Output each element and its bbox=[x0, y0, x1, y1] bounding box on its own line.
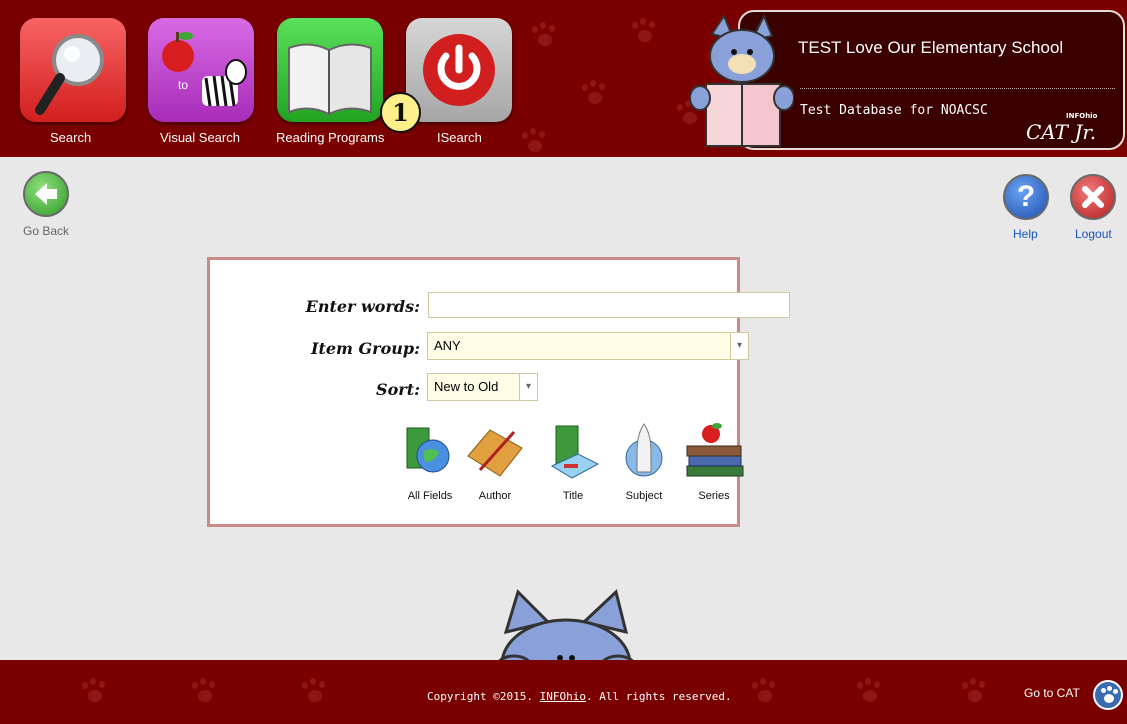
help-label[interactable]: Help bbox=[1013, 227, 1038, 241]
search-type-subject[interactable]: Subject bbox=[609, 422, 679, 502]
go-back-button[interactable] bbox=[23, 171, 69, 217]
magnifier-icon bbox=[35, 34, 104, 115]
author-label: Author bbox=[478, 490, 512, 502]
sort-value: New to Old bbox=[434, 379, 499, 394]
power-icon bbox=[423, 34, 495, 106]
paw-print-icon bbox=[960, 678, 990, 708]
close-icon bbox=[1082, 186, 1104, 208]
brand-small-text: INFOhio bbox=[1066, 112, 1098, 120]
enter-words-label: Enter words: bbox=[305, 297, 420, 316]
search-type-author[interactable]: Author bbox=[460, 422, 530, 502]
open-book-icon bbox=[288, 43, 372, 116]
school-name: TEST Love Our Elementary School bbox=[798, 38, 1064, 57]
paw-print-icon bbox=[530, 22, 560, 52]
apple-to-zebra-icon bbox=[162, 32, 247, 107]
logout-label[interactable]: Logout bbox=[1075, 227, 1112, 241]
search-type-series[interactable]: Series bbox=[679, 422, 749, 502]
paw-print-icon bbox=[750, 678, 780, 708]
paw-print-icon bbox=[520, 128, 550, 157]
search-type-all-fields[interactable]: All Fields bbox=[395, 422, 465, 502]
visual-search-nav-button[interactable]: to bbox=[148, 18, 254, 122]
title-label: Title bbox=[562, 490, 584, 502]
paw-print-icon bbox=[80, 678, 110, 708]
nav-label-visual-search: Visual Search bbox=[160, 130, 240, 145]
help-button[interactable]: ? bbox=[1003, 174, 1049, 220]
paw-print-icon bbox=[630, 18, 660, 48]
paw-print-icon bbox=[190, 678, 220, 708]
go-to-cat-label: Go to CAT bbox=[1024, 686, 1080, 700]
sort-select[interactable]: New to Old ▾ bbox=[427, 373, 538, 401]
globe-book-icon bbox=[406, 427, 450, 473]
pencil-book-icon bbox=[467, 429, 523, 477]
series-label: Series bbox=[698, 490, 730, 502]
go-back-label[interactable]: Go Back bbox=[23, 224, 69, 238]
chevron-down-icon: ▾ bbox=[519, 374, 537, 400]
infohio-link[interactable]: INFOhio bbox=[540, 690, 586, 703]
reading-programs-nav-button[interactable] bbox=[277, 18, 383, 122]
search-nav-button[interactable] bbox=[20, 18, 126, 122]
paw-circle-icon[interactable] bbox=[1093, 680, 1123, 710]
isearch-nav-button[interactable] bbox=[406, 18, 512, 122]
nav-label-search: Search bbox=[50, 130, 92, 145]
search-type-title[interactable]: Title bbox=[538, 422, 608, 502]
paw-print-icon bbox=[855, 678, 885, 708]
chevron-down-icon: ▾ bbox=[730, 333, 748, 359]
logout-button[interactable] bbox=[1070, 174, 1116, 220]
copyright-text: Copyright ©2015. INFOhio. All rights res… bbox=[427, 690, 732, 703]
enter-words-input[interactable] bbox=[428, 292, 790, 318]
nav-label-reading-programs: Reading Programs bbox=[276, 130, 385, 145]
visual-search-to-text: to bbox=[178, 78, 189, 92]
paw-print-icon bbox=[580, 80, 610, 110]
brand-logo-text: CAT Jr. bbox=[1026, 120, 1097, 144]
item-group-value: ANY bbox=[434, 338, 461, 353]
book-stack-apple-icon bbox=[686, 423, 744, 477]
sort-label: Sort: bbox=[376, 380, 420, 399]
header-divider bbox=[800, 88, 1115, 89]
copyright-suffix: . All rights reserved. bbox=[585, 690, 732, 703]
back-arrow-icon bbox=[35, 183, 57, 205]
item-group-label: Item Group: bbox=[310, 339, 420, 358]
subject-label: Subject bbox=[625, 490, 663, 502]
copyright-prefix: Copyright ©2015. bbox=[427, 690, 533, 703]
cat-reading-mascot-icon bbox=[689, 13, 794, 147]
nav-label-isearch: ISearch bbox=[437, 130, 482, 145]
book-title-icon bbox=[550, 425, 600, 479]
question-mark-icon: ? bbox=[1016, 180, 1036, 213]
item-group-select[interactable]: ANY ▾ bbox=[427, 332, 749, 360]
annotation-badge: 1 bbox=[380, 92, 421, 133]
paw-print-icon bbox=[300, 678, 330, 708]
go-to-cat-link[interactable]: Go to CAT bbox=[1024, 686, 1080, 700]
rocket-globe-icon bbox=[625, 423, 663, 477]
all-fields-label: All Fields bbox=[407, 490, 453, 502]
database-name: Test Database for NOACSC bbox=[800, 103, 988, 118]
